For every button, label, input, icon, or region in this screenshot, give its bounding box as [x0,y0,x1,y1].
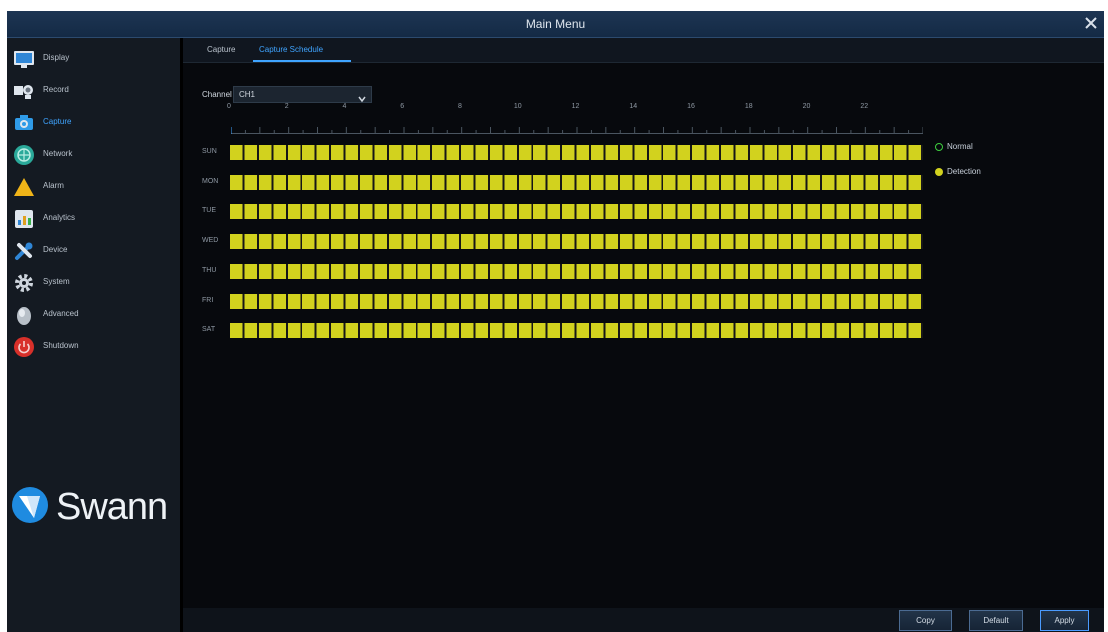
capture-icon [13,112,35,134]
sidebar-item-label: Display [43,53,70,62]
sidebar-item-capture[interactable]: Capture [7,108,180,138]
sidebar-item-shutdown[interactable]: Shutdown [7,332,180,362]
shutdown-icon [13,336,35,358]
sidebar-item-display[interactable]: Display [7,44,180,74]
day-label: SAT [202,326,216,334]
hour-labels: 0 2 4 6 8 10 12 14 16 18 20 22 [227,103,919,115]
time-ruler [231,127,923,134]
tab-capture-schedule[interactable]: Capture Schedule [259,45,323,54]
day-label: SUN [202,148,217,155]
schedule-row-wed[interactable] [230,234,923,250]
bottom-action-bar: Copy Default Apply [183,608,1104,632]
schedule-row-thu[interactable] [230,263,923,279]
legend-detection-dot [935,168,943,176]
channel-select[interactable]: CH1 [233,86,372,103]
sidebar-item-advanced[interactable]: Advanced [7,300,180,330]
network-icon [13,144,35,166]
hour-label: 22 [860,103,869,110]
capture-schedule-panel: Capture Capture Schedule Channel CH1 0 2 4… [183,38,1104,632]
sidebar-item-label: Device [43,245,68,254]
system-icon [13,272,35,294]
swann-logo-icon [12,487,48,523]
sidebar-item-label: System [43,277,70,286]
schedule-row-fri[interactable] [230,293,923,309]
close-icon[interactable] [1082,14,1100,32]
sidebar-item-label: Network [43,149,73,158]
hour-label: 20 [802,103,811,110]
sidebar-item-analytics[interactable]: Analytics [7,204,180,234]
display-icon [13,48,35,70]
sidebar-item-label: Capture [43,117,72,126]
schedule-row-tue[interactable] [230,204,923,220]
record-icon [13,80,35,102]
apply-button[interactable]: Apply [1040,610,1089,631]
hour-label: 4 [342,103,347,110]
tab-bar: Capture Capture Schedule [183,38,1104,63]
sidebar-item-record[interactable]: Record [7,76,180,106]
main-menu-window: Main Menu Display Record Capture Network… [7,11,1104,632]
sidebar-item-device[interactable]: Device [7,236,180,266]
hour-label: 16 [687,103,695,110]
advanced-icon [13,304,35,326]
copy-button[interactable]: Copy [899,610,952,631]
tab-capture[interactable]: Capture [207,45,235,54]
swann-logo: Swann [10,484,180,528]
sidebar-item-label: Advanced [43,309,79,318]
sidebar-item-label: Analytics [43,213,76,222]
legend-normal-label: Normal [947,142,973,151]
default-button[interactable]: Default [969,610,1023,631]
active-tab-indicator [253,60,351,62]
legend-detection-label: Detection [947,167,981,176]
title-bar: Main Menu [7,11,1104,38]
sidebar-item-label: Alarm [43,181,64,190]
day-label: FRI [202,296,214,304]
day-label: TUE [202,207,216,215]
alarm-icon [13,176,35,198]
day-label: WED [202,237,219,245]
hour-label: 2 [284,103,289,110]
device-icon [13,240,35,262]
day-label: MON [202,177,219,185]
sidebar: Display Record Capture Network Alarm Ana… [7,38,180,632]
sidebar-item-system[interactable]: System [7,268,180,298]
hour-label: 0 [227,103,231,110]
schedule-row-sun[interactable] [230,145,923,160]
sidebar-item-label: Shutdown [43,341,79,350]
legend-normal-dot [935,143,943,151]
hour-label: 14 [629,103,638,110]
hour-label: 10 [513,103,522,110]
sidebar-item-label: Record [43,85,69,94]
schedule-row-mon[interactable] [230,174,923,190]
sidebar-item-network[interactable]: Network [7,140,180,170]
sidebar-item-alarm[interactable]: Alarm [7,172,180,202]
channel-select-value: CH1 [239,90,256,99]
window-title: Main Menu [525,17,586,31]
hour-label: 6 [400,103,405,110]
schedule-row-sat[interactable] [230,323,923,339]
analytics-icon [13,208,35,230]
hour-label: 12 [571,103,580,110]
logo-text: Swann [56,486,168,528]
hour-label: 18 [744,103,753,110]
day-label: THU [202,266,217,274]
channel-label: Channel [202,90,232,99]
hour-label: 8 [458,103,462,110]
